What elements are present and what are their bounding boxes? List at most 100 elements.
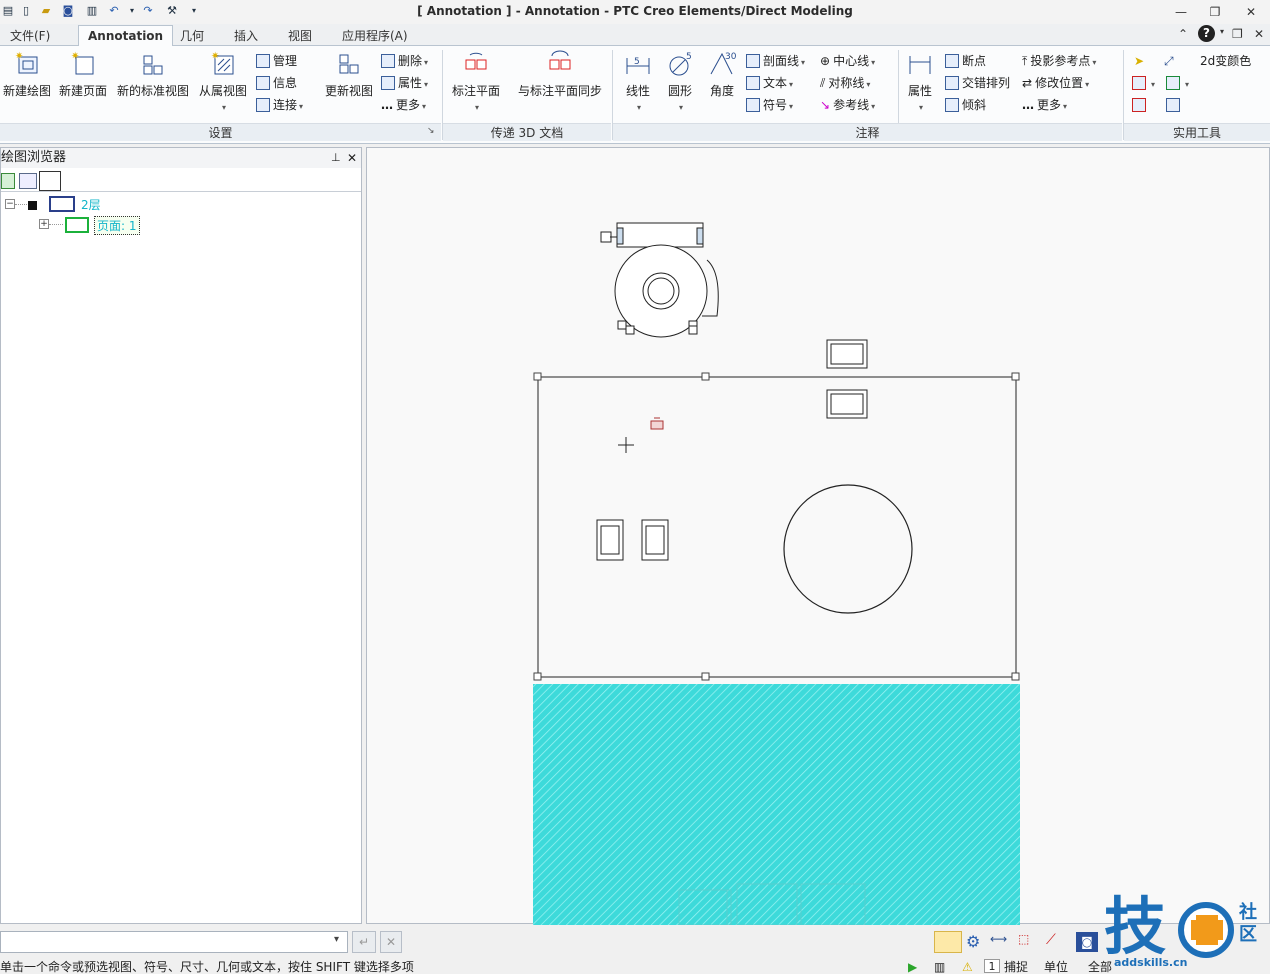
- tab-applications[interactable]: 应用程序(A): [332, 25, 418, 46]
- browser-view-icon[interactable]: [19, 173, 37, 189]
- layout-tool-button[interactable]: ▾: [1166, 73, 1189, 93]
- new-page-icon: ✷: [71, 51, 94, 75]
- annotation-plane-dropdown-icon[interactable]: ▾: [475, 103, 479, 112]
- reference-line-button[interactable]: ↘ 参考线 ▾: [820, 95, 875, 115]
- tab-annotation[interactable]: Annotation: [78, 25, 174, 47]
- attribute-dropdown-icon[interactable]: ▾: [919, 103, 923, 112]
- update-view-button[interactable]: 更新视图: [322, 50, 376, 99]
- tab-geometry[interactable]: 几何: [170, 25, 214, 46]
- settings-launcher-icon[interactable]: ↘: [427, 126, 435, 136]
- layout-tool-icon: [1166, 76, 1180, 90]
- close-panel-icon[interactable]: ✕: [347, 148, 357, 168]
- sync-annotation-plane-button[interactable]: 与标注平面同步: [512, 50, 608, 99]
- select-arrow-button[interactable]: ➤: [1134, 51, 1144, 71]
- more-annotate-button[interactable]: … 更多 ▾: [1022, 95, 1067, 115]
- minimize-button[interactable]: —: [1166, 2, 1196, 22]
- linear-dimension-dropdown-icon[interactable]: ▾: [637, 103, 641, 112]
- properties-small-button[interactable]: 属性 ▾: [381, 73, 428, 93]
- settings-gear-icon[interactable]: ⚙: [966, 932, 980, 951]
- hatch-button[interactable]: 剖面线 ▾: [746, 51, 805, 71]
- motor-top-block: [616, 222, 704, 248]
- delete-button[interactable]: 删除 ▾: [381, 51, 428, 71]
- enter-icon[interactable]: ↵: [352, 931, 376, 953]
- new-drawing-button[interactable]: ✷ 新建绘图: [2, 50, 52, 99]
- symbol-label: 符号: [763, 98, 788, 112]
- restore-button[interactable]: ❐: [1200, 2, 1230, 22]
- stagger-button[interactable]: 交错排列: [945, 73, 1010, 93]
- circle-dimension-dropdown-icon[interactable]: ▾: [679, 103, 683, 112]
- more-settings-button[interactable]: … 更多 ▾: [381, 95, 426, 115]
- tree-collapse-icon[interactable]: −: [5, 199, 15, 209]
- motor-shaft-inner: [647, 277, 675, 305]
- title-bar: ▤ ▯ ▰ ◙ ▥ ↶ ▾ ↷ ⚒ ▾ [ Annotation ] - Ann…: [0, 0, 1270, 24]
- unit-toggle[interactable]: 单位: [1044, 958, 1068, 974]
- new-standard-view-button[interactable]: 新的标准视图: [114, 50, 192, 99]
- 2d-change-color-button[interactable]: 2d变颜色: [1200, 51, 1251, 71]
- tree-expand-icon[interactable]: +: [39, 219, 49, 229]
- projection-ref-point-button[interactable]: ⤒ 投影参考点 ▾: [1022, 51, 1096, 71]
- update-view-label: 更新视图: [324, 84, 373, 98]
- cancel-command-icon[interactable]: ✕: [380, 931, 402, 953]
- warning-icon: ⚠: [962, 960, 973, 974]
- drawing-mode-icon[interactable]: [934, 931, 962, 953]
- text-button[interactable]: 文本 ▾: [746, 73, 793, 93]
- attribute-button[interactable]: 属性 ▾: [902, 50, 938, 113]
- small-tag-marker: [650, 417, 664, 430]
- command-dropdown-icon[interactable]: ▾: [334, 934, 339, 945]
- motor-foot: [688, 325, 698, 335]
- close-document-icon[interactable]: ✕: [1254, 27, 1264, 41]
- oblique-button[interactable]: 倾斜: [945, 95, 986, 115]
- tab-file[interactable]: 文件(F): [0, 25, 60, 46]
- browser-filter-icon[interactable]: [1, 173, 15, 189]
- info-button[interactable]: 信息: [256, 73, 297, 93]
- hatch-label: 剖面线: [763, 54, 800, 68]
- annotation-plane-button[interactable]: 标注平面 ▾: [448, 50, 504, 113]
- pin-icon[interactable]: ⊥: [331, 148, 341, 168]
- tree-node-page-1[interactable]: 页面: 1: [94, 216, 140, 235]
- properties-small-label: 属性: [398, 76, 423, 90]
- help-dropdown-icon[interactable]: ▾: [1220, 27, 1224, 36]
- new-page-button[interactable]: ✷ 新建页面: [56, 50, 110, 99]
- dependent-view-dropdown-icon[interactable]: ▾: [222, 103, 226, 112]
- annotation-plane-icon: [465, 52, 487, 70]
- print-status-icon[interactable]: ▥: [934, 958, 945, 974]
- motor-side-tab: [600, 231, 612, 243]
- modify-position-button[interactable]: ⇄ 修改位置 ▾: [1022, 73, 1089, 93]
- tab-insert[interactable]: 插入: [224, 25, 268, 46]
- tree-connector: [15, 204, 29, 205]
- tab-view[interactable]: 视图: [278, 25, 322, 46]
- line-mode-icon[interactable]: ⟋: [1046, 932, 1056, 948]
- modify-position-label: 修改位置: [1035, 76, 1084, 90]
- circle-dimension-button[interactable]: 5 圆形 ▾: [662, 50, 698, 113]
- symmetry-line-button[interactable]: ⫽ 对称线 ▾: [820, 73, 870, 93]
- table-tool-button[interactable]: [1166, 95, 1183, 115]
- check-tool-button[interactable]: [1132, 95, 1149, 115]
- dependent-view-button[interactable]: ✷ 从属视图 ▾: [196, 50, 250, 113]
- edit-tool-button[interactable]: ▾: [1132, 73, 1155, 93]
- save-drawing-icon[interactable]: ◙: [1076, 932, 1098, 952]
- transform-button[interactable]: ⤢: [1164, 51, 1174, 71]
- run-icon[interactable]: ▶: [908, 958, 917, 974]
- angle-dimension-button[interactable]: 30 角度: [704, 50, 740, 99]
- break-button[interactable]: 断点: [945, 51, 986, 71]
- ribbon-collapse-icon[interactable]: ⌃: [1178, 27, 1188, 41]
- centerline-button[interactable]: ⊕ 中心线 ▾: [820, 51, 875, 71]
- connect-button[interactable]: 连接 ▾: [256, 95, 303, 115]
- close-button[interactable]: ✕: [1236, 2, 1266, 22]
- dimension-mode-icon[interactable]: ⟷: [990, 932, 1007, 946]
- large-circle: [783, 484, 913, 614]
- tree-node-layers[interactable]: 2层: [81, 196, 101, 213]
- command-input[interactable]: [0, 931, 348, 953]
- page-number-field[interactable]: 1: [984, 959, 1000, 973]
- manage-button[interactable]: 管理: [256, 51, 297, 71]
- more-dots-icon: …: [381, 98, 393, 112]
- browser-pages-icon[interactable]: [39, 171, 61, 191]
- symbol-button[interactable]: 符号 ▾: [746, 95, 793, 115]
- catch-toggle[interactable]: 捕捉: [1004, 958, 1028, 974]
- view-mode-icon[interactable]: ⬚: [1018, 932, 1029, 946]
- help-icon[interactable]: ?: [1198, 25, 1215, 42]
- drawing-canvas[interactable]: [366, 147, 1270, 925]
- linear-dimension-button[interactable]: 5 线性 ▾: [620, 50, 656, 113]
- info-label: 信息: [273, 76, 298, 90]
- restore-ribbon-icon[interactable]: ❐: [1232, 27, 1243, 41]
